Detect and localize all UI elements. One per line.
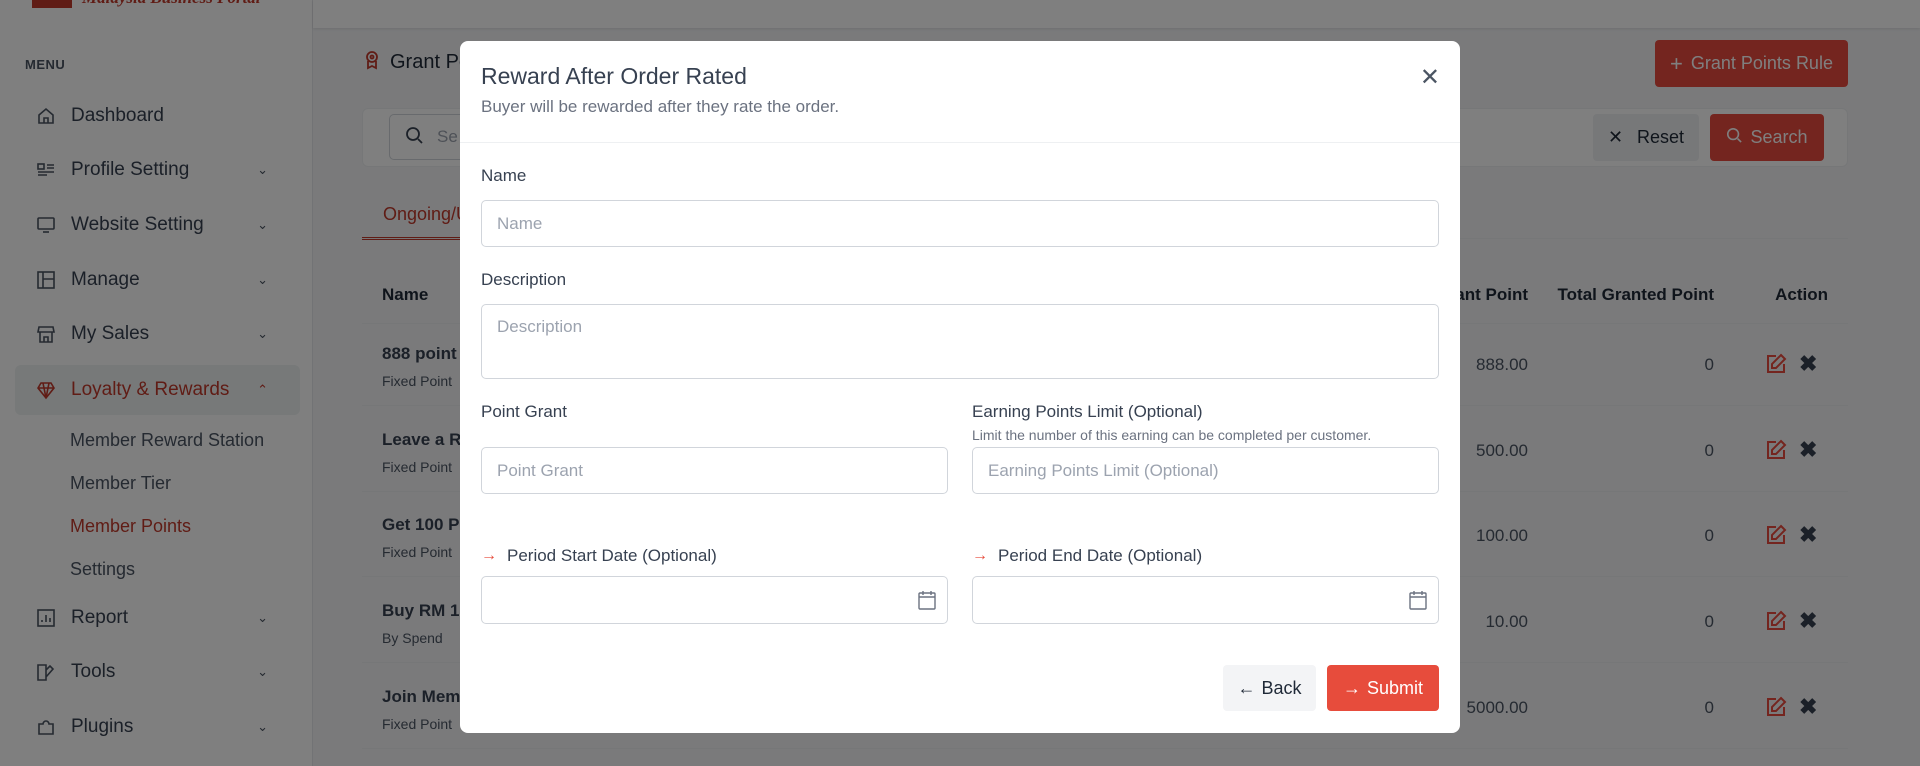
description-input[interactable]	[481, 304, 1439, 379]
period-start-label: → Period Start Date (Optional)	[481, 546, 717, 566]
period-start-label-text: Period Start Date (Optional)	[507, 546, 717, 565]
back-button[interactable]: ← Back	[1223, 665, 1316, 711]
arrow-right-icon: →	[481, 547, 497, 564]
period-end-date-input[interactable]	[972, 576, 1439, 624]
back-label: Back	[1261, 677, 1302, 698]
period-start-date-input[interactable]	[481, 576, 948, 624]
divider	[460, 142, 1460, 143]
name-label: Name	[481, 166, 527, 185]
submit-label: Submit	[1366, 677, 1424, 698]
earning-limit-help: Limit the number of this earning can be …	[972, 427, 1372, 443]
earning-limit-label: Earning Points Limit (Optional)	[972, 402, 1203, 421]
point-grant-label: Point Grant	[481, 402, 567, 421]
point-grant-input[interactable]	[481, 447, 948, 494]
modal-subtitle: Buyer will be rewarded after they rate t…	[481, 97, 840, 116]
earning-limit-input[interactable]	[972, 447, 1439, 494]
name-input[interactable]	[481, 200, 1439, 247]
arrow-right-icon: →	[1342, 677, 1361, 698]
arrow-left-icon: ←	[1237, 677, 1256, 698]
close-icon[interactable]: ✕	[1420, 63, 1440, 92]
reward-modal: Reward After Order Rated Buyer will be r…	[460, 41, 1460, 733]
arrow-right-icon: →	[972, 547, 988, 564]
calendar-icon[interactable]	[917, 589, 937, 616]
description-label: Description	[481, 270, 567, 289]
period-end-label-text: Period End Date (Optional)	[998, 546, 1203, 565]
submit-button[interactable]: → Submit	[1327, 665, 1439, 711]
modal-title: Reward After Order Rated	[481, 63, 747, 89]
calendar-icon[interactable]	[1408, 589, 1428, 616]
period-end-label: → Period End Date (Optional)	[972, 546, 1202, 566]
